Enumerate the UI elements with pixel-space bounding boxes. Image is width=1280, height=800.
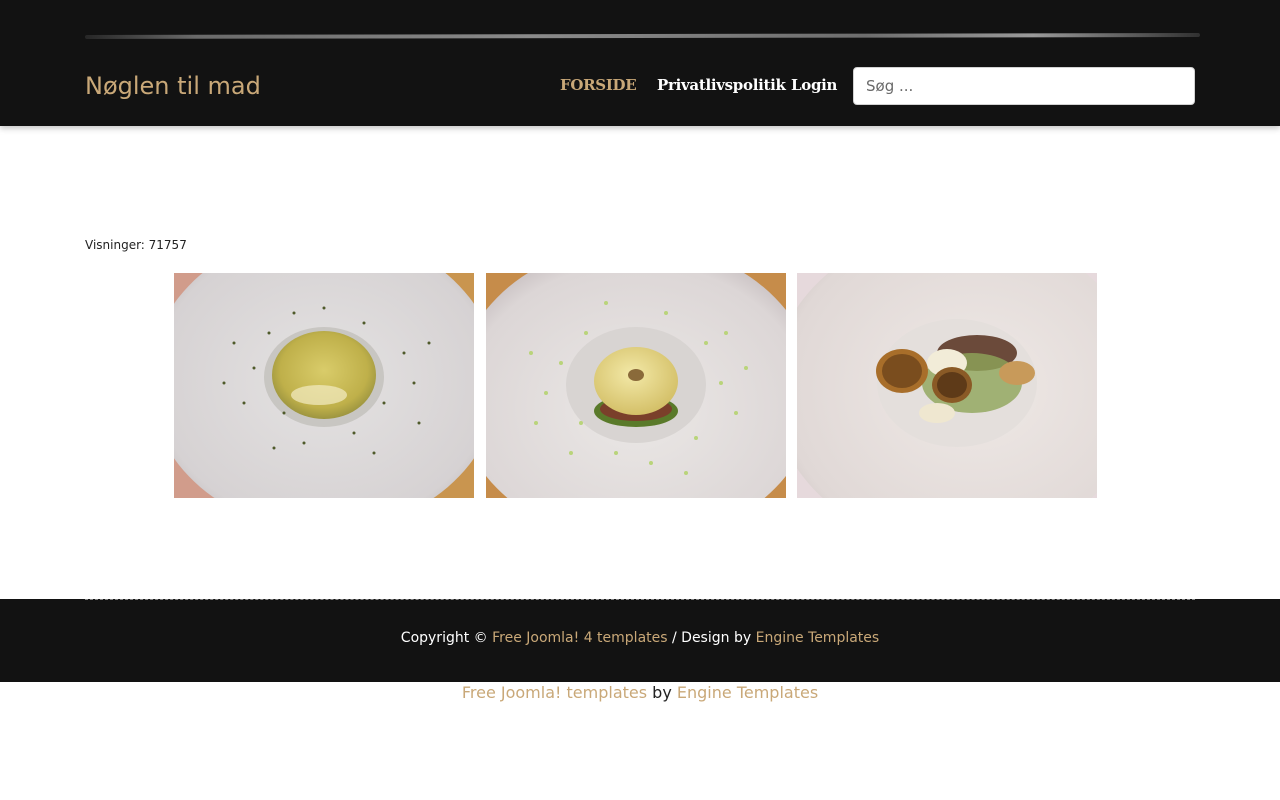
copyright-prefix: Copyright © <box>400 630 488 646</box>
brush-divider <box>85 33 1200 39</box>
nav-item-privatlivspolitik[interactable]: Privatlivspolitik <box>657 74 786 96</box>
footer-link-joomla-templates[interactable]: Free Joomla! 4 templates <box>492 630 667 646</box>
site-brand-link[interactable]: Nøglen til mad <box>85 70 261 102</box>
gallery-image-ravioli[interactable] <box>486 273 786 498</box>
search-input[interactable] <box>853 67 1195 105</box>
nav-item-forside[interactable]: FORSIDE <box>560 74 637 96</box>
footer-divider <box>85 599 1195 600</box>
gallery-image-soup[interactable] <box>174 273 474 498</box>
footer-link-engine-templates[interactable]: Engine Templates <box>756 630 880 646</box>
gallery-image-potato[interactable] <box>797 273 1097 498</box>
footer-copyright: Copyright © Free Joomla! 4 templates / D… <box>0 630 1280 646</box>
article-hits: Visninger: 71757 <box>85 238 187 252</box>
bottom-credits: Free Joomla! templates by Engine Templat… <box>0 683 1280 702</box>
nav-item-login[interactable]: Login <box>791 74 837 96</box>
bottom-link-joomla-templates[interactable]: Free Joomla! templates <box>462 683 647 702</box>
bottom-separator: by <box>652 683 672 702</box>
bottom-link-engine-templates[interactable]: Engine Templates <box>677 683 818 702</box>
copyright-separator: / Design by <box>672 630 752 646</box>
site-header: Nøglen til mad FORSIDE Privatlivspolitik… <box>0 0 1280 126</box>
